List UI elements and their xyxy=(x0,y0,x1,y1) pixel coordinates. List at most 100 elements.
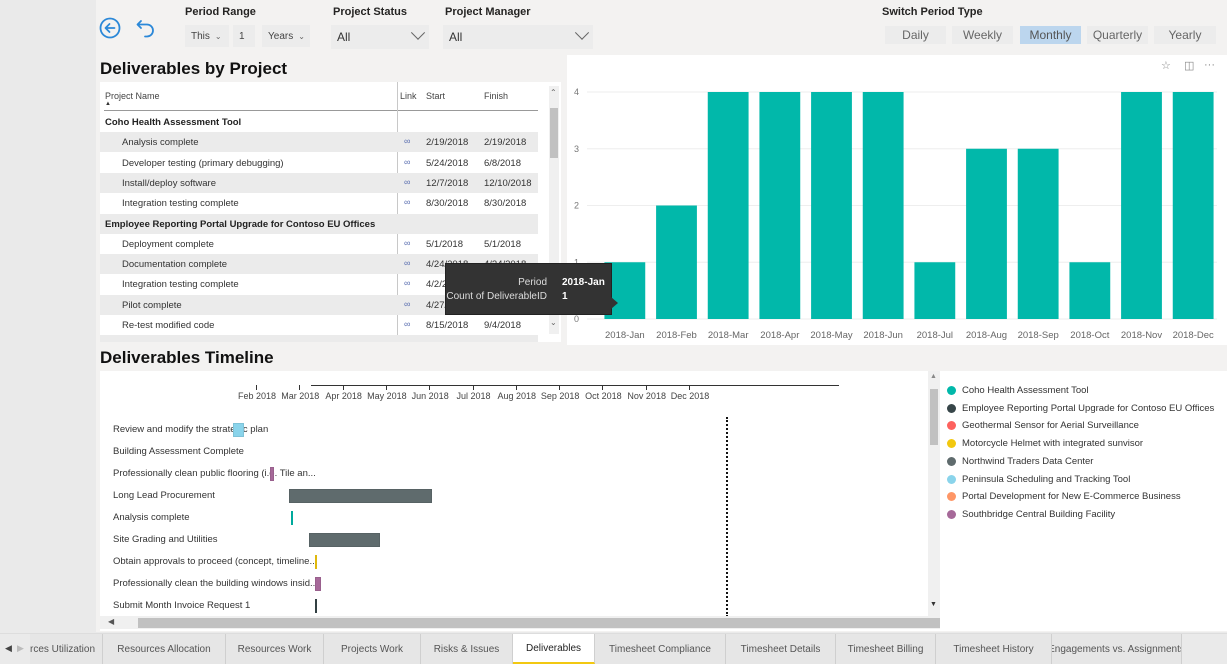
link-icon[interactable]: ∞ xyxy=(404,197,410,207)
timeline-bar[interactable] xyxy=(289,489,433,503)
timeline-bar[interactable] xyxy=(315,577,321,591)
tab-projects-work[interactable]: Projects Work xyxy=(324,634,421,664)
scroll-down-icon[interactable]: ▼ xyxy=(930,601,937,608)
project-status-dropdown[interactable]: All xyxy=(331,25,429,49)
bar-2018-May[interactable] xyxy=(811,92,852,319)
timeline-tick xyxy=(342,385,344,390)
timeline-tick xyxy=(602,385,604,390)
column-header-finish[interactable]: Finish xyxy=(484,91,508,101)
period-monthly-button[interactable]: Monthly xyxy=(1020,26,1081,44)
bar-2018-Aug[interactable] xyxy=(966,148,1007,319)
table-row-partial[interactable] xyxy=(100,335,538,342)
link-icon[interactable]: ∞ xyxy=(404,278,410,288)
scroll-up-icon[interactable]: ⌃ xyxy=(550,88,557,97)
tab-deliverables[interactable]: Deliverables xyxy=(513,634,595,664)
period-weekly-button[interactable]: Weekly xyxy=(952,26,1013,44)
link-icon[interactable]: ∞ xyxy=(404,238,410,248)
tab-timesheet-billing[interactable]: Timesheet Billing xyxy=(836,634,936,664)
bar-2018-Nov[interactable] xyxy=(1121,92,1162,319)
timeline-bar[interactable] xyxy=(315,555,318,569)
table-row[interactable]: Analysis complete ∞ 2/19/2018 2/19/2018 xyxy=(100,132,538,153)
tab-timesheet-compliance[interactable]: Timesheet Compliance xyxy=(595,634,726,664)
bar-2018-Mar[interactable] xyxy=(707,92,749,319)
bar-2018-Sep[interactable] xyxy=(1017,148,1059,319)
undo-arrow-icon[interactable] xyxy=(134,16,158,40)
timeline-tick-label: Jun 2018 xyxy=(411,391,449,401)
scrollbar-thumb[interactable] xyxy=(550,108,558,158)
bar-2018-Jun[interactable] xyxy=(862,92,904,319)
table-row[interactable]: Developer testing (primary debugging) ∞ 5/… xyxy=(100,153,538,173)
tab-timesheet-details[interactable]: Timesheet Details xyxy=(726,634,836,664)
legend-vertical-scrollbar[interactable]: ▲ ▼ xyxy=(928,371,940,616)
tab-engagements-vs-assignments[interactable]: Engagements vs. Assignments xyxy=(1052,634,1182,664)
period-daily-button[interactable]: Daily xyxy=(885,26,946,44)
link-icon[interactable]: ∞ xyxy=(404,177,410,187)
table-row[interactable]: Install/deploy software ∞ 12/7/2018 12/10/2… xyxy=(100,172,538,193)
timeline-bar[interactable] xyxy=(269,467,275,481)
period-unit-select[interactable]: Years ⌄ xyxy=(262,25,310,47)
tab-resources-work[interactable]: Resources Work xyxy=(226,634,324,664)
legend-item[interactable]: Peninsula Scheduling and Tracking Tool xyxy=(947,474,1130,485)
tab-resources-allocation[interactable]: Resources Allocation xyxy=(103,634,226,664)
period-quarterly-button[interactable]: Quarterly xyxy=(1087,26,1148,44)
circle-arrow-left-icon[interactable] xyxy=(98,16,122,40)
legend-item[interactable]: Northwind Traders Data Center xyxy=(947,456,1093,467)
y-tick-label: 2 xyxy=(574,201,579,211)
tab-scroll-right-icon[interactable]: ▶ xyxy=(17,643,24,654)
period-yearly-button[interactable]: Yearly xyxy=(1154,26,1216,44)
start-date: 5/1/2018 xyxy=(426,238,463,250)
table-row[interactable]: Integration testing complete ∞ 8/30/2018 8/… xyxy=(100,193,538,213)
legend-item[interactable]: Employee Reporting Portal Upgrade for Co… xyxy=(947,403,1214,414)
link-icon[interactable]: ∞ xyxy=(404,258,410,268)
timeline-bar[interactable] xyxy=(315,599,318,613)
link-icon[interactable]: ∞ xyxy=(404,299,410,309)
bar-2018-Dec[interactable] xyxy=(1172,92,1214,319)
scrollbar-thumb[interactable] xyxy=(138,618,940,628)
column-header-start[interactable]: Start xyxy=(426,91,445,101)
bar-2018-Jul[interactable] xyxy=(914,262,956,319)
bar-2018-Apr[interactable] xyxy=(759,92,801,319)
period-count-input[interactable]: 1 xyxy=(233,25,255,47)
timeline-horizontal-scrollbar[interactable]: ◀ xyxy=(100,616,940,629)
table-group-row[interactable]: Employee Reporting Portal Upgrade for Co… xyxy=(100,213,538,234)
period-relative-select[interactable]: This ⌄ xyxy=(185,25,229,47)
tab-risks-issues[interactable]: Risks & Issues xyxy=(421,634,513,664)
table-row[interactable]: Re-test modified code ∞ 8/15/2018 9/4/2018 xyxy=(100,315,538,335)
x-tick-label: 2018-Jan xyxy=(605,330,645,341)
scroll-left-icon[interactable]: ◀ xyxy=(108,617,114,626)
timeline-bar[interactable] xyxy=(291,511,294,525)
scroll-down-icon[interactable]: ⌄ xyxy=(550,318,557,327)
timeline-tick-label: Dec 2018 xyxy=(670,391,710,401)
legend-item[interactable]: Geothermal Sensor for Aerial Surveillanc… xyxy=(947,420,1139,431)
legend-item[interactable]: Coho Health Assessment Tool xyxy=(947,385,1089,396)
scrollbar-thumb[interactable] xyxy=(930,389,938,445)
link-icon[interactable]: ∞ xyxy=(404,157,410,167)
x-tick-label: 2018-Aug xyxy=(966,330,1007,341)
link-icon[interactable]: ∞ xyxy=(404,319,410,329)
timeline-tick-label: Nov 2018 xyxy=(627,391,666,401)
timeline-bar[interactable] xyxy=(308,533,381,547)
bar-2018-Oct[interactable] xyxy=(1069,262,1111,319)
timeline-tick-label: May 2018 xyxy=(367,391,407,401)
project-manager-dropdown[interactable]: All xyxy=(443,25,593,49)
link-icon[interactable]: ∞ xyxy=(404,136,410,146)
timeline-task-label: Site Grading and Utilities xyxy=(113,534,218,545)
deliverable-name: Integration testing complete xyxy=(122,198,239,210)
column-header-link[interactable]: Link xyxy=(400,91,417,101)
bar-2018-Feb[interactable] xyxy=(656,205,697,320)
timeline-bar[interactable] xyxy=(232,423,244,437)
table-group-row[interactable]: Coho Health Assessment Tool xyxy=(100,112,538,132)
legend-item[interactable]: Motorcycle Helmet with integrated sunvis… xyxy=(947,438,1143,449)
timeline-legend: ▲ ▼ Coho Health Assessment Tool Employee … xyxy=(928,371,1227,631)
tab-scroll-left-icon[interactable]: ◀ xyxy=(5,643,12,654)
legend-item[interactable]: Portal Development for New E-Commerce Bu… xyxy=(947,491,1181,502)
column-header-project-name[interactable]: Project Name xyxy=(105,91,160,101)
legend-item[interactable]: Southbridge Central Building Facility xyxy=(947,509,1115,520)
tab-timesheet-history[interactable]: Timesheet History xyxy=(936,634,1052,664)
timeline-tick-label: Jul 2018 xyxy=(456,391,491,401)
table-row[interactable]: Deployment complete ∞ 5/1/2018 5/1/2018 xyxy=(100,234,538,254)
deliverables-by-project-title: Deliverables by Project xyxy=(100,59,288,78)
scroll-up-icon[interactable]: ▲ xyxy=(930,373,937,380)
switch-period-label: Switch Period Type xyxy=(882,6,983,18)
tab-rces-utilization[interactable]: rces Utilization xyxy=(30,634,103,664)
